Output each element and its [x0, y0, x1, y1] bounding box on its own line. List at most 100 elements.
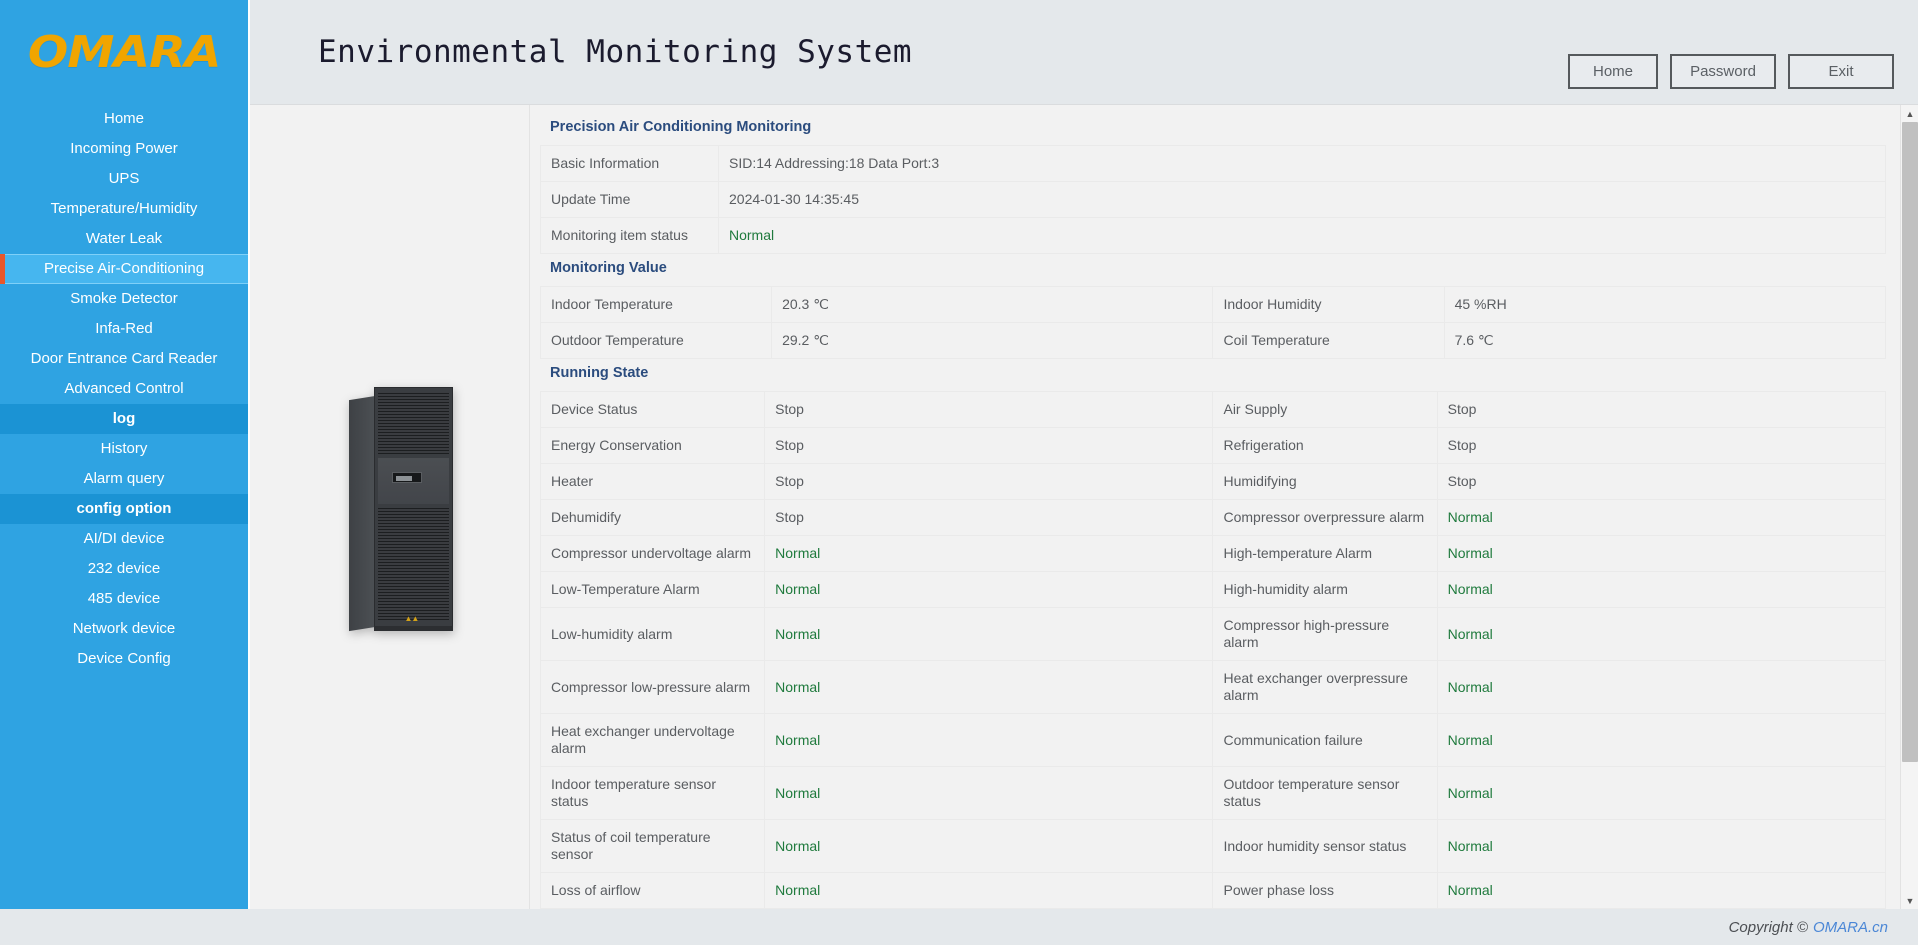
- sidebar-item-ups[interactable]: UPS: [0, 164, 248, 194]
- basic-information-table: Basic InformationSID:14 Addressing:18 Da…: [540, 145, 1886, 254]
- status-badge: Normal: [719, 218, 1886, 254]
- status-badge: Normal: [1437, 608, 1885, 661]
- row-label: Power network frequency: [1213, 909, 1437, 910]
- logo-container[interactable]: OMARA: [0, 0, 250, 104]
- row-label: Heat exchanger overpressure alarm: [1213, 661, 1437, 714]
- table-row: Compressor undervoltage alarmNormalHigh-…: [541, 536, 1886, 572]
- brand-link[interactable]: OMARA.cn: [1813, 919, 1888, 936]
- row-label: Indoor humidity sensor status: [1213, 820, 1437, 873]
- scroll-down-arrow-icon[interactable]: ▼: [1901, 892, 1918, 909]
- status-badge: Normal: [765, 767, 1213, 820]
- row-label: Outdoor temperature sensor status: [1213, 767, 1437, 820]
- row-label: Indoor temperature sensor status: [541, 767, 765, 820]
- row-value: Stop: [1437, 464, 1885, 500]
- status-badge: Normal: [765, 820, 1213, 873]
- row-value: Stop: [765, 500, 1213, 536]
- sidebar-item-incoming-power[interactable]: Incoming Power: [0, 134, 248, 164]
- ac-control-panel: [378, 458, 449, 504]
- status-badge: Normal: [1437, 572, 1885, 608]
- ac-display-icon: [392, 472, 422, 483]
- row-label: High-temperature Alarm: [1213, 536, 1437, 572]
- row-label: Compressor high-pressure alarm: [1213, 608, 1437, 661]
- sidebar-item-history[interactable]: History: [0, 434, 248, 464]
- table-row: Basic InformationSID:14 Addressing:18 Da…: [541, 146, 1886, 182]
- status-badge: Normal: [765, 909, 1213, 910]
- table-row: Outdoor Temperature29.2 ℃Coil Temperatur…: [541, 323, 1886, 359]
- row-label: Heat exchanger undervoltage alarm: [541, 714, 765, 767]
- precision-ac-unit-image: ▲▲: [349, 387, 453, 627]
- body-wrapper: HomeIncoming PowerUPSTemperature/Humidit…: [0, 104, 1918, 909]
- table-row: Energy ConservationStopRefrigerationStop: [541, 428, 1886, 464]
- table-row: HeaterStopHumidifyingStop: [541, 464, 1886, 500]
- table-row: Monitoring item statusNormal: [541, 218, 1886, 254]
- status-badge: Normal: [765, 608, 1213, 661]
- home-button[interactable]: Home: [1568, 54, 1658, 89]
- row-label: Heater: [541, 464, 765, 500]
- header-button-group: Home Password Exit: [1568, 54, 1894, 89]
- sidebar-item-door-entrance-card-reader[interactable]: Door Entrance Card Reader: [0, 344, 248, 374]
- sidebar-item-ai-di-device[interactable]: AI/DI device: [0, 524, 248, 554]
- status-badge: Normal: [1437, 536, 1885, 572]
- status-badge: Normal: [765, 536, 1213, 572]
- running-state-heading: Running State: [540, 359, 1886, 391]
- sidebar-item-temperature-humidity[interactable]: Temperature/Humidity: [0, 194, 248, 224]
- row-label: Communication failure: [1213, 714, 1437, 767]
- table-row: DehumidifyStopCompressor overpressure al…: [541, 500, 1886, 536]
- vertical-scrollbar[interactable]: ▲ ▼: [1900, 105, 1918, 909]
- copyright-text: Copyright ©: [1729, 919, 1808, 936]
- row-label: Refrigeration: [1213, 428, 1437, 464]
- content-inner: ▲▲ Precision Air Conditioning Monitoring…: [250, 105, 1900, 909]
- sidebar-item-alarm-query[interactable]: Alarm query: [0, 464, 248, 494]
- sidebar-item-water-leak[interactable]: Water Leak: [0, 224, 248, 254]
- row-label: Monitoring item status: [541, 218, 719, 254]
- row-value: Stop: [1437, 428, 1885, 464]
- monitoring-value-table: Indoor Temperature20.3 ℃Indoor Humidity4…: [540, 286, 1886, 359]
- page-footer: Copyright © OMARA.cn: [0, 909, 1918, 945]
- exit-button[interactable]: Exit: [1788, 54, 1894, 89]
- row-label: Power supply inversion: [541, 909, 765, 910]
- row-label: Device Status: [541, 392, 765, 428]
- sidebar-item-device-config[interactable]: Device Config: [0, 644, 248, 674]
- sidebar-item-infa-red[interactable]: Infa-Red: [0, 314, 248, 344]
- row-value: 29.2 ℃: [772, 323, 1213, 359]
- table-row: Power supply inversionNormalPower networ…: [541, 909, 1886, 910]
- table-row: Low-Temperature AlarmNormalHigh-humidity…: [541, 572, 1886, 608]
- row-value: 45 %RH: [1444, 287, 1885, 323]
- row-label: Indoor Temperature: [541, 287, 772, 323]
- row-label: Status of coil temperature sensor: [541, 820, 765, 873]
- page-header: OMARA Environmental Monitoring System Ho…: [0, 0, 1918, 104]
- row-label: Indoor Humidity: [1213, 287, 1444, 323]
- sidebar-item-home[interactable]: Home: [0, 104, 248, 134]
- sidebar-item-232-device[interactable]: 232 device: [0, 554, 248, 584]
- status-badge: Normal: [765, 873, 1213, 909]
- password-button[interactable]: Password: [1670, 54, 1776, 89]
- row-value: Stop: [765, 428, 1213, 464]
- sidebar-item-precise-air-conditioning[interactable]: Precise Air-Conditioning: [0, 254, 248, 284]
- status-badge: Normal: [1437, 714, 1885, 767]
- row-label: Loss of airflow: [541, 873, 765, 909]
- scrollbar-thumb[interactable]: [1902, 122, 1918, 762]
- sidebar-section-config-option: config option: [0, 494, 248, 524]
- row-value: Stop: [765, 392, 1213, 428]
- row-label: Basic Information: [541, 146, 719, 182]
- row-value: Stop: [765, 464, 1213, 500]
- sidebar-item-network-device[interactable]: Network device: [0, 614, 248, 644]
- row-value: 20.3 ℃: [772, 287, 1213, 323]
- sidebar-item-485-device[interactable]: 485 device: [0, 584, 248, 614]
- row-label: Air Supply: [1213, 392, 1437, 428]
- status-badge: Normal: [765, 714, 1213, 767]
- status-badge: Normal: [765, 661, 1213, 714]
- main-content: ▲▲ Precision Air Conditioning Monitoring…: [250, 104, 1918, 909]
- table-row: Update Time2024-01-30 14:35:45: [541, 182, 1886, 218]
- scroll-up-arrow-icon[interactable]: ▲: [1901, 105, 1918, 122]
- status-badge: Normal: [1437, 873, 1885, 909]
- row-value: 2024-01-30 14:35:45: [719, 182, 1886, 218]
- sidebar-item-advanced-control[interactable]: Advanced Control: [0, 374, 248, 404]
- table-row: Indoor Temperature20.3 ℃Indoor Humidity4…: [541, 287, 1886, 323]
- monitoring-value-heading: Monitoring Value: [540, 254, 1886, 286]
- sidebar-item-smoke-detector[interactable]: Smoke Detector: [0, 284, 248, 314]
- table-row: Indoor temperature sensor statusNormalOu…: [541, 767, 1886, 820]
- ac-bottom-grille-icon: [378, 508, 449, 620]
- ac-top-grille-icon: [378, 392, 449, 454]
- status-badge: Normal: [1437, 661, 1885, 714]
